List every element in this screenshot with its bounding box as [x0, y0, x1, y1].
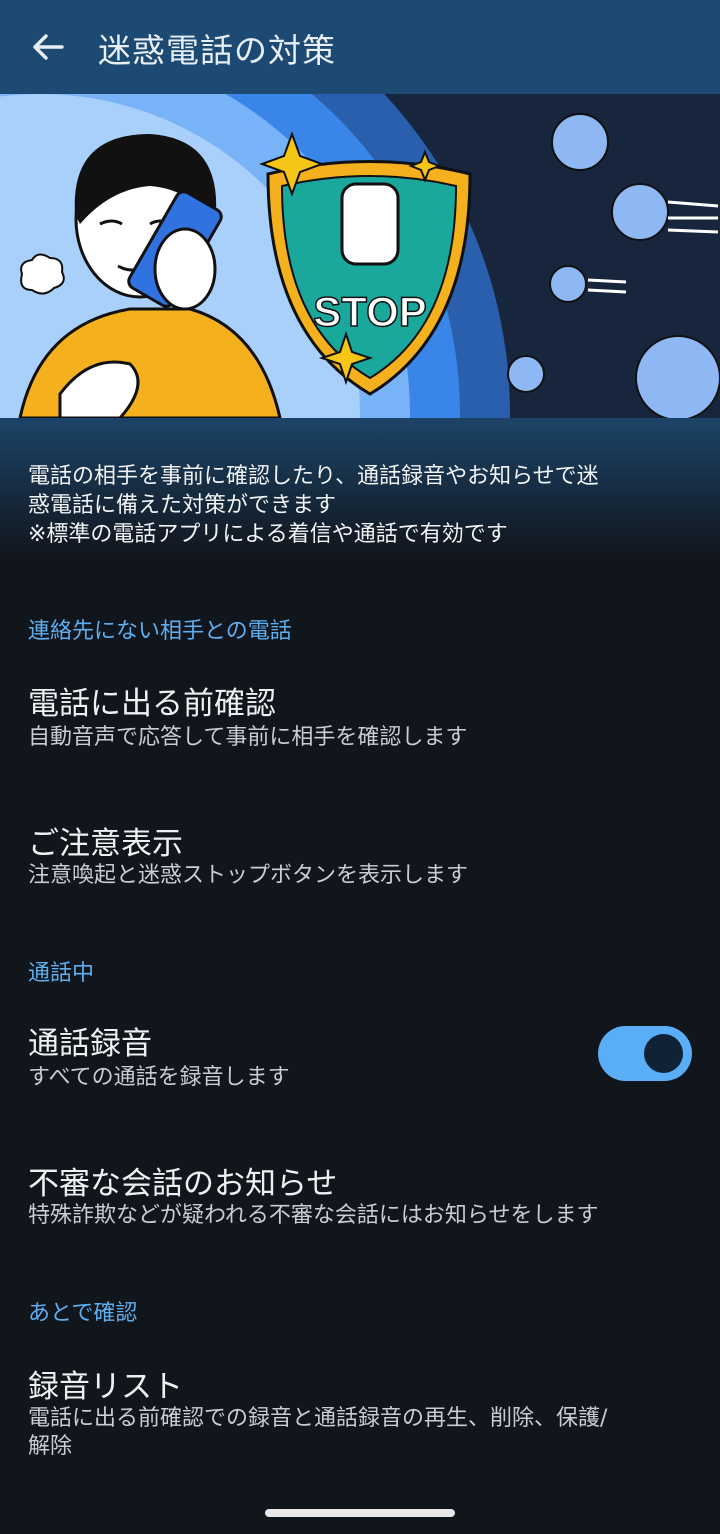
recording-list-item[interactable]: 録音リスト 電話に出る前確認での録音と通話録音の再生、削除、保護/ 解除	[0, 1343, 720, 1473]
section-header-in-call: 通話中	[28, 961, 95, 986]
section-header-check-later: あとで確認	[28, 1301, 138, 1326]
pre-check-subtitle: 自動音声で応答して事前に相手を確認します	[28, 725, 468, 750]
suspicious-call-notice-title: 不審な会話のお知らせ	[28, 1166, 338, 1202]
feature-description: 電話の相手を事前に確認したり、通話録音やお知らせで迷 惑電話に備えた対策ができま…	[28, 464, 599, 547]
suspicious-call-notice-subtitle: 特殊詐欺などが疑われる不審な会話にはお知らせをします	[28, 1203, 599, 1228]
stop-text: STOP	[313, 288, 427, 335]
app-bar: 迷惑電話の対策	[0, 0, 720, 94]
suspicious-call-notice-setting[interactable]: 不審な会話のお知らせ 特殊詐欺などが疑われる不審な会話にはお知らせをします	[0, 1140, 720, 1260]
caution-display-title: ご注意表示	[28, 826, 183, 862]
call-recording-subtitle: すべての通話を録音します	[28, 1065, 290, 1090]
caution-display-setting[interactable]: ご注意表示 注意喚起と迷惑ストップボタンを表示します	[0, 800, 720, 920]
call-recording-title: 通話録音	[28, 1026, 152, 1062]
pre-check-title: 電話に出る前確認	[28, 686, 276, 722]
arrow-left-icon[interactable]	[28, 27, 68, 67]
recording-list-title: 録音リスト	[28, 1369, 183, 1405]
toggle-knob	[644, 1034, 683, 1073]
caution-display-subtitle: 注意喚起と迷惑ストップボタンを表示します	[28, 863, 469, 888]
recording-list-subtitle: 電話に出る前確認での録音と通話録音の再生、削除、保護/ 解除	[28, 1406, 608, 1459]
call-recording-toggle[interactable]	[598, 1026, 692, 1081]
page-title: 迷惑電話の対策	[98, 31, 336, 70]
section-header-unknown-callers: 連絡先にない相手との電話	[28, 619, 292, 644]
gesture-nav-bar[interactable]	[265, 1509, 455, 1517]
pre-check-setting[interactable]: 電話に出る前確認 自動音声で応答して事前に相手を確認します	[0, 660, 720, 780]
hero-illustration: STOP	[0, 94, 720, 418]
